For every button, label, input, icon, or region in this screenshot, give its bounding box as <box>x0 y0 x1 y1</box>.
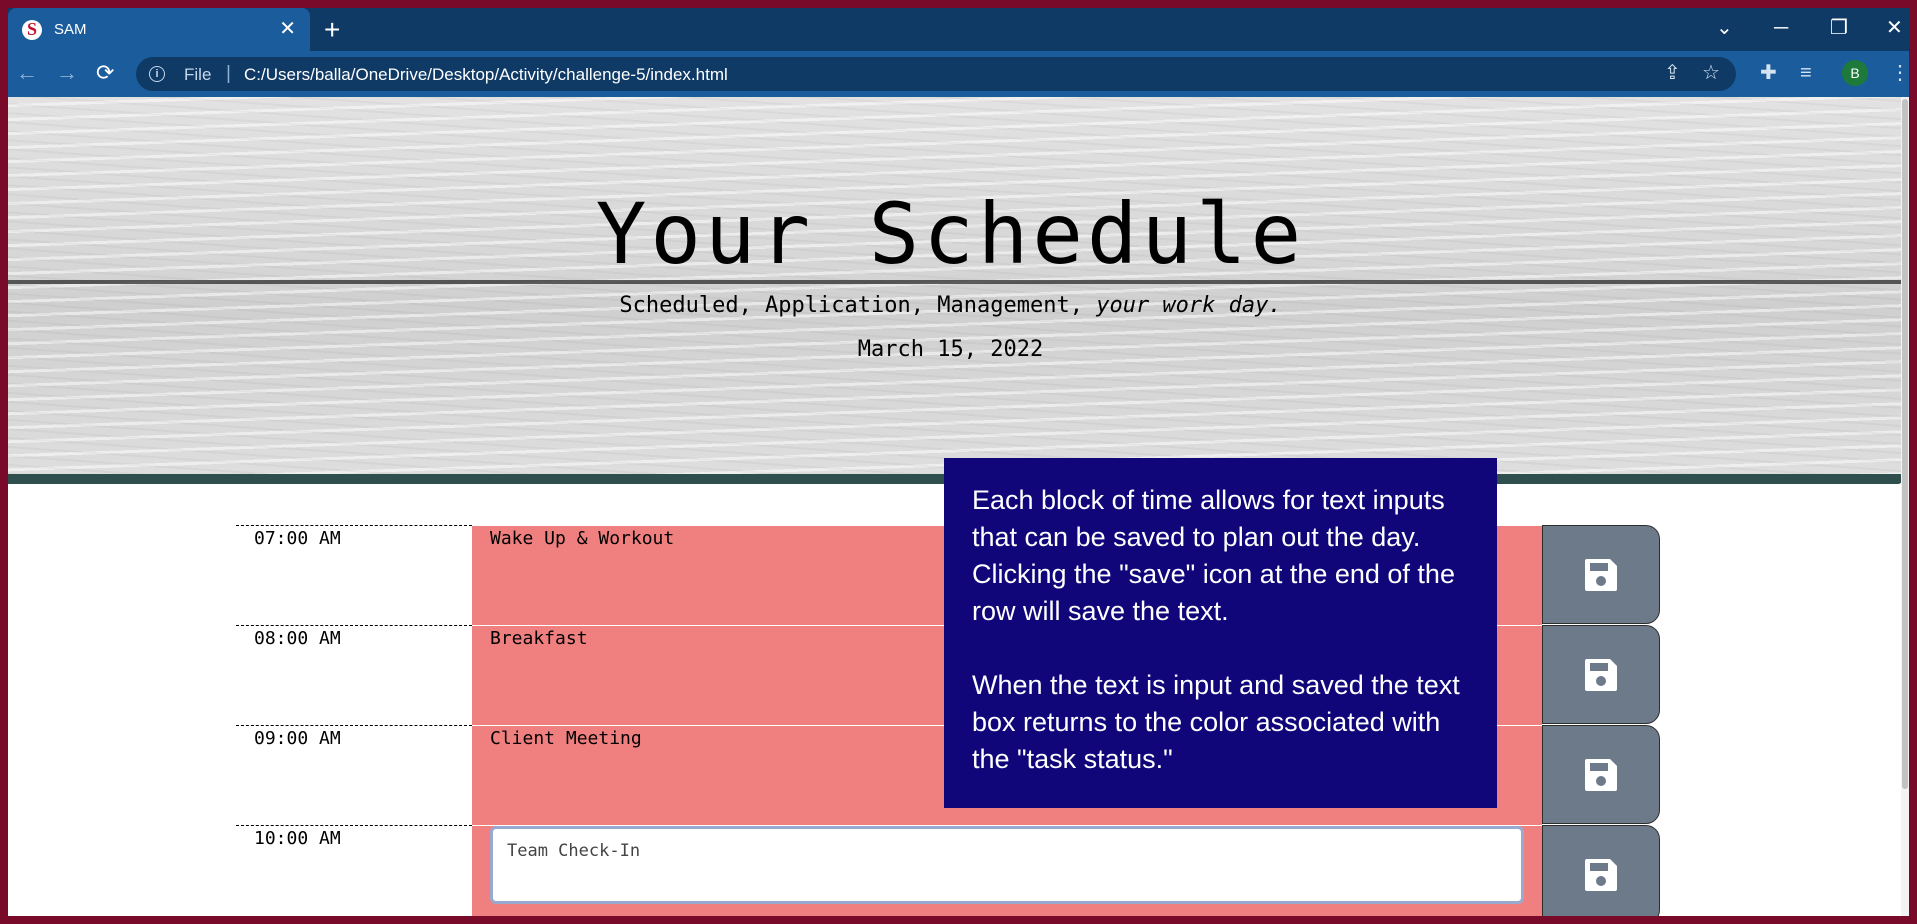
page-lead: Scheduled, Application, Management, your… <box>8 293 1893 318</box>
tab-strip: S SAM ✕ + ⌄ ─ ❐ ✕ <box>8 8 1909 51</box>
hour-label: 07:00 AM <box>236 525 472 625</box>
page-viewport: Your Schedule Scheduled, Application, Ma… <box>8 97 1909 916</box>
menu-kebab-icon[interactable]: ⋮ <box>1890 61 1909 85</box>
floppy-disk-icon <box>1585 858 1617 891</box>
close-tab-icon[interactable]: ✕ <box>279 19 296 39</box>
current-date: March 15, 2022 <box>857 337 1044 362</box>
extensions-icon[interactable]: ✚ <box>1760 61 1777 85</box>
floppy-disk-icon <box>1585 758 1617 791</box>
task-cell: Team Check-In <box>472 825 1542 916</box>
save-button[interactable] <box>1542 625 1660 724</box>
close-window-icon[interactable]: ✕ <box>1886 16 1903 40</box>
browser-toolbar: ← → ⟳ i File | C:/Users/balla/OneDrive/D… <box>8 51 1909 97</box>
favicon-icon: S <box>22 19 42 40</box>
instruction-paragraph: Each block of time allows for text input… <box>972 485 1455 626</box>
tab-title: SAM <box>54 21 87 38</box>
hour-label: 10:00 AM <box>236 825 472 916</box>
new-tab-icon[interactable]: + <box>324 16 340 44</box>
tab-search-icon[interactable]: ⌄ <box>1716 16 1733 40</box>
hour-label: 08:00 AM <box>236 625 472 725</box>
minimize-icon[interactable]: ─ <box>1774 16 1788 40</box>
back-icon[interactable]: ← <box>16 61 38 85</box>
profile-avatar[interactable]: B <box>1842 60 1868 86</box>
forward-icon[interactable]: → <box>56 61 78 85</box>
address-url[interactable]: C:/Users/balla/OneDrive/Desktop/Activity… <box>244 65 728 85</box>
save-button[interactable] <box>1542 825 1660 916</box>
hour-label: 09:00 AM <box>236 725 472 825</box>
floppy-disk-icon <box>1585 658 1617 691</box>
floppy-disk-icon <box>1585 558 1617 591</box>
scrollbar-thumb[interactable] <box>1902 99 1908 789</box>
info-icon[interactable]: i <box>149 66 165 82</box>
save-button[interactable] <box>1542 725 1660 824</box>
tab-sam[interactable]: S SAM ✕ <box>8 8 310 51</box>
reload-icon[interactable]: ⟳ <box>96 61 114 85</box>
share-icon[interactable]: ⇪ <box>1664 61 1681 85</box>
restore-icon[interactable]: ❐ <box>1830 16 1848 40</box>
address-separator: | <box>226 63 231 84</box>
lead-text: Scheduled, Application, Management, <box>619 293 1083 318</box>
browser-window: S SAM ✕ + ⌄ ─ ❐ ✕ ← → ⟳ i File | C:/User… <box>8 8 1909 916</box>
address-scheme: File <box>184 65 212 84</box>
instruction-paragraph: When the text is input and saved the tex… <box>972 670 1460 774</box>
media-queue-icon[interactable]: ≡ <box>1800 61 1812 85</box>
address-bar[interactable]: i File | C:/Users/balla/OneDrive/Desktop… <box>136 57 1736 91</box>
jumbotron-header: Your Schedule Scheduled, Application, Ma… <box>8 97 1909 475</box>
task-input-focused[interactable]: Team Check-In <box>490 826 1524 904</box>
time-block-row: 10:00 AM Team Check-In <box>236 825 1668 916</box>
page-title: Your Schedule <box>595 185 1306 283</box>
save-button[interactable] <box>1542 525 1660 624</box>
lead-emphasis: your work day. <box>1096 293 1282 318</box>
bookmark-star-icon[interactable]: ☆ <box>1702 61 1720 85</box>
instruction-overlay: Each block of time allows for text input… <box>944 458 1497 808</box>
